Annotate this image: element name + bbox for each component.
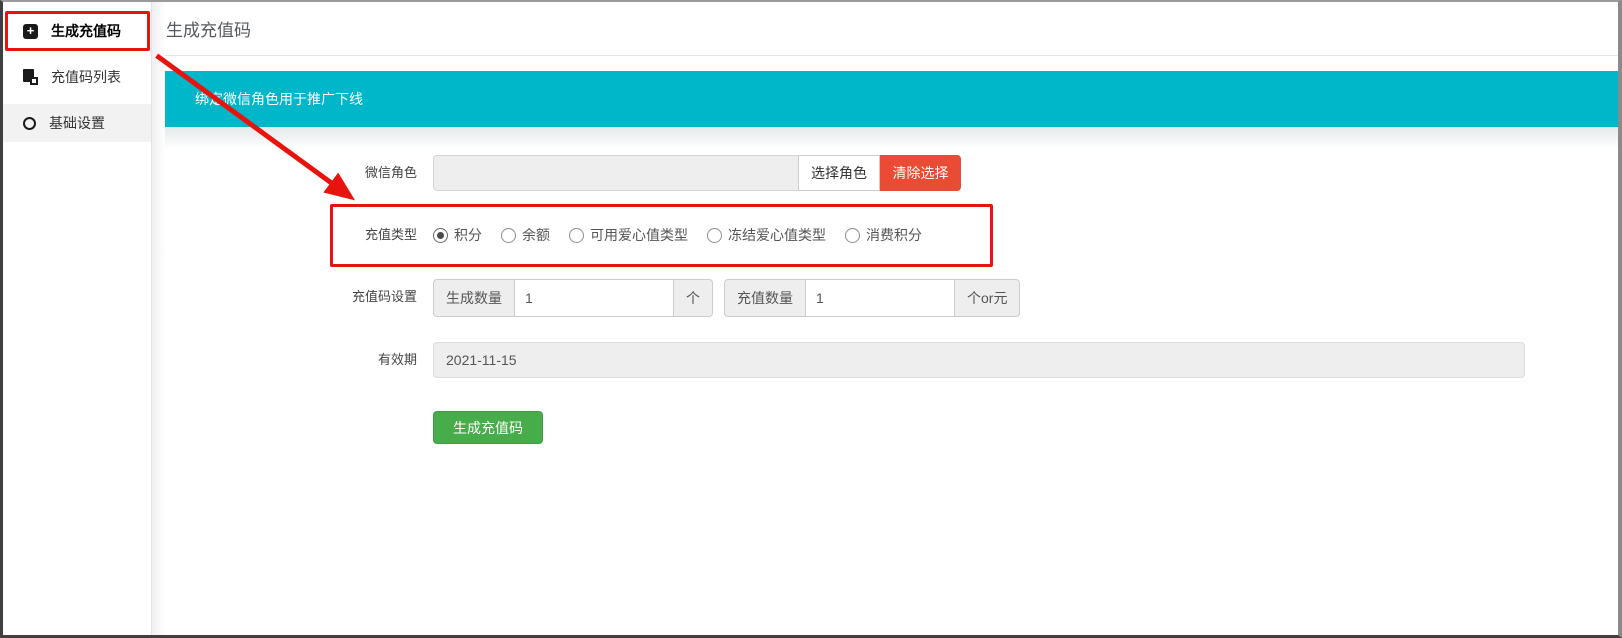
sidebar-item-label: 充值码列表	[51, 67, 121, 87]
radio-consume-points[interactable]: 消费积分	[845, 225, 922, 245]
validity-label: 有效期	[165, 342, 433, 378]
sidebar-item-code-list[interactable]: 充值码列表	[3, 58, 151, 96]
generate-qty-prefix: 生成数量	[433, 279, 514, 317]
panel-shadow	[165, 127, 1618, 149]
radio-points[interactable]: 积分	[433, 225, 482, 245]
page-title: 生成充值码	[165, 16, 1618, 41]
generate-qty-suffix: 个	[674, 279, 713, 317]
generate-code-button[interactable]: 生成充值码	[433, 411, 543, 444]
sidebar-item-label: 生成充值码	[51, 21, 121, 41]
generate-qty-group: 生成数量 个	[433, 279, 713, 317]
recharge-qty-prefix: 充值数量	[724, 279, 805, 317]
recharge-qty-input[interactable]	[805, 279, 955, 317]
wechat-role-input[interactable]	[433, 155, 798, 191]
recharge-type-row: 充值类型 积分 余额 可用爱心值类型	[165, 225, 1618, 245]
copy-icon	[23, 69, 38, 85]
radio-label: 余额	[522, 225, 550, 245]
circle-icon	[23, 117, 36, 130]
recharge-qty-group: 充值数量 个or元	[724, 279, 1020, 317]
wechat-role-label: 微信角色	[165, 155, 433, 191]
panel-banner-text: 绑定微信角色用于推广下线	[195, 89, 363, 109]
select-role-button[interactable]: 选择角色	[798, 155, 880, 191]
validity-date-input[interactable]	[433, 342, 1525, 378]
code-settings-label: 充值码设置	[165, 279, 433, 315]
radio-icon	[501, 228, 516, 243]
radio-label: 消费积分	[866, 225, 922, 245]
radio-icon	[433, 228, 448, 243]
radio-balance[interactable]: 余额	[501, 225, 550, 245]
radio-frozen-love-value[interactable]: 冻结爱心值类型	[707, 225, 826, 245]
submit-row: 生成充值码	[165, 411, 1618, 444]
recharge-qty-suffix: 个or元	[955, 279, 1020, 317]
recharge-code-form: 微信角色 选择角色 清除选择 充值类型 积分 余额	[165, 155, 1618, 444]
radio-label: 冻结爱心值类型	[728, 225, 826, 245]
main-content: 生成充值码 绑定微信角色用于推广下线 微信角色 选择角色 清除选择 充值类型	[152, 2, 1618, 635]
sidebar-item-label: 基础设置	[49, 113, 105, 133]
radio-label: 可用爱心值类型	[590, 225, 688, 245]
clear-selection-button[interactable]: 清除选择	[880, 155, 961, 191]
sidebar-item-generate-code[interactable]: + 生成充值码	[3, 12, 151, 50]
recharge-type-options: 积分 余额 可用爱心值类型 冻结爱心值类型	[433, 225, 941, 245]
recharge-type-label: 充值类型	[165, 225, 433, 245]
validity-row: 有效期	[165, 342, 1618, 378]
radio-icon	[569, 228, 584, 243]
app-window: + 生成充值码 充值码列表 基础设置 生成充值码 绑定微信角色用于推广下线 微信…	[3, 2, 1618, 635]
wechat-role-row: 微信角色 选择角色 清除选择	[165, 155, 1618, 191]
radio-icon	[707, 228, 722, 243]
sidebar: + 生成充值码 充值码列表 基础设置	[3, 2, 152, 635]
radio-icon	[845, 228, 860, 243]
sidebar-item-basic-settings[interactable]: 基础设置	[3, 104, 151, 142]
radio-label: 积分	[454, 225, 482, 245]
generate-qty-input[interactable]	[514, 279, 674, 317]
panel-banner: 绑定微信角色用于推广下线	[165, 71, 1618, 127]
radio-available-love-value[interactable]: 可用爱心值类型	[569, 225, 688, 245]
code-settings-row: 充值码设置 生成数量 个 充值数量 个or元	[165, 279, 1618, 317]
title-divider	[165, 55, 1618, 56]
plus-square-icon: +	[23, 24, 38, 39]
